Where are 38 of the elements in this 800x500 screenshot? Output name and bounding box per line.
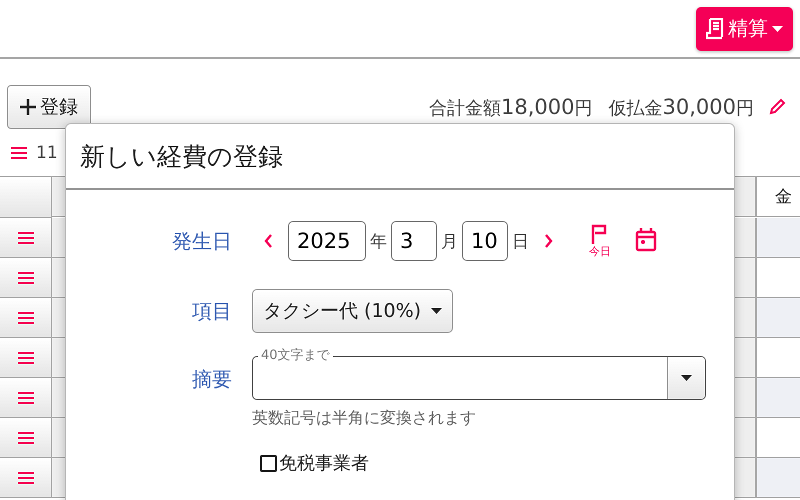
settle-button[interactable]: 精算 <box>696 6 793 50</box>
row-menu-icon[interactable] <box>16 270 34 284</box>
year-field[interactable]: 2025 <box>288 221 366 261</box>
calendar-icon <box>635 228 657 252</box>
checkbox-label: 免税事業者 <box>279 452 369 475</box>
plus-icon <box>20 99 36 115</box>
pencil-icon[interactable] <box>768 98 786 116</box>
today-button[interactable]: 今日 <box>589 224 611 258</box>
total-amount: 合計金額18,000円 <box>429 94 593 120</box>
chevron-left-icon <box>264 234 272 248</box>
day-field[interactable]: 10 <box>462 221 508 261</box>
field-label: 発生日 <box>171 228 232 254</box>
row-menu-icon[interactable] <box>16 230 34 244</box>
unit-label: 月 <box>441 230 458 252</box>
add-button[interactable]: 登録 <box>7 85 91 129</box>
caret-icon <box>681 375 692 381</box>
row-menu-icon[interactable] <box>16 470 34 484</box>
receipt-icon <box>706 18 724 40</box>
field-label: 項目 <box>191 298 232 324</box>
row-menu-icon[interactable] <box>16 310 34 324</box>
checkbox[interactable] <box>260 454 277 472</box>
entry-count: 11 <box>36 142 58 162</box>
total-amount: 仮払金30,000円 <box>608 94 754 120</box>
unit-label: 年 <box>370 230 387 252</box>
item-select[interactable]: タクシー代 (10%) <box>252 289 454 333</box>
menu-icon[interactable] <box>10 146 28 160</box>
chevron-right-icon <box>545 234 553 248</box>
dialog-title: 新しい経費の登録 <box>80 140 283 172</box>
field-label: 摘要 <box>191 366 232 392</box>
dropdown-button[interactable] <box>667 357 705 399</box>
unit-label: 日 <box>512 230 529 252</box>
row-menu-icon[interactable] <box>16 390 34 404</box>
caret-icon <box>772 26 783 32</box>
row-menu-icon[interactable] <box>16 430 34 444</box>
hint-text: 英数記号は半角に変換されます <box>252 408 477 429</box>
row-menu-icon[interactable] <box>16 350 34 364</box>
month-field[interactable]: 3 <box>391 221 437 261</box>
caret-icon <box>431 308 442 314</box>
